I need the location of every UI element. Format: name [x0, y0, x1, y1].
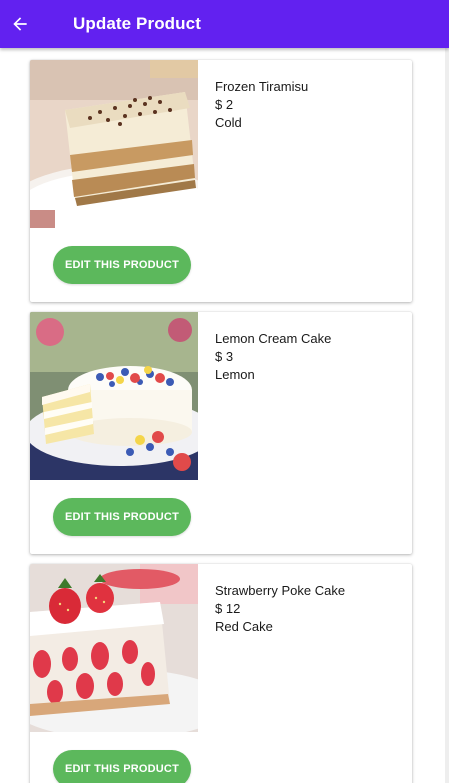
product-price: $ 3 — [215, 349, 234, 364]
edit-product-button[interactable]: Edit this product — [53, 246, 191, 284]
product-name: Strawberry Poke Cake — [215, 583, 346, 598]
product-category: Cold — [215, 115, 242, 130]
product-image-tiramisu — [30, 60, 198, 228]
scroll-edge — [445, 48, 449, 783]
arrow-left-icon — [13, 17, 27, 31]
product-info: Lemon Cream Cake $ 3 Lemon — [215, 330, 331, 384]
app-bar: Update Product — [0, 0, 449, 48]
product-image-lemon-cake — [30, 312, 198, 480]
product-price: $ 2 — [215, 97, 234, 112]
product-info: Frozen Tiramisu $ 2 Cold — [215, 78, 308, 132]
product-category: Lemon — [215, 367, 255, 382]
product-category: Red Cake — [215, 619, 273, 634]
product-image-strawberry-cake — [30, 564, 198, 732]
page-title: Update Product — [73, 14, 201, 33]
edit-product-button[interactable]: Edit this product — [53, 750, 191, 783]
product-card: Lemon Cream Cake $ 3 Lemon Edit this pro… — [30, 312, 412, 554]
edit-product-button[interactable]: Edit this product — [53, 498, 191, 536]
product-price: $ 12 — [215, 601, 241, 616]
back-button[interactable] — [6, 10, 34, 38]
product-card: Frozen Tiramisu $ 2 Cold Edit this produ… — [30, 60, 412, 302]
product-card: Strawberry Poke Cake $ 12 Red Cake Edit … — [30, 564, 412, 783]
product-list[interactable]: Frozen Tiramisu $ 2 Cold Edit this produ… — [0, 48, 449, 783]
product-name: Lemon Cream Cake — [215, 331, 332, 346]
product-info: Strawberry Poke Cake $ 12 Red Cake — [215, 582, 345, 636]
product-name: Frozen Tiramisu — [215, 79, 309, 94]
